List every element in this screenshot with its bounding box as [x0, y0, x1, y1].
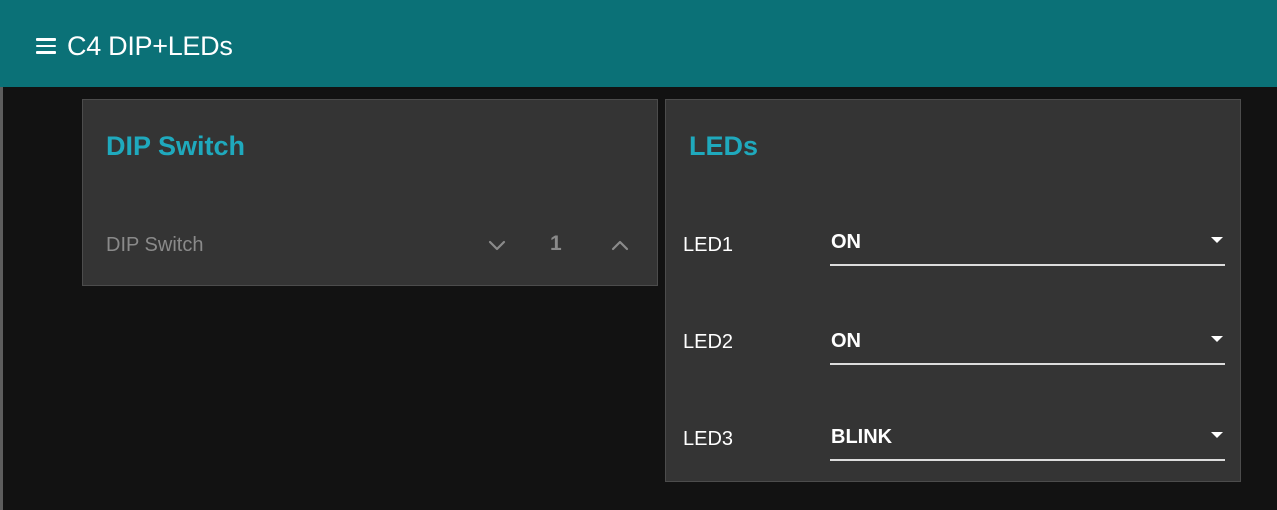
dropdown-arrow-icon	[1211, 336, 1223, 342]
led1-select[interactable]: ON	[830, 226, 1225, 266]
led3-select-value: BLINK	[831, 426, 893, 448]
app-bar: C4 DIP+LEDs	[0, 0, 1277, 87]
dip-switch-label: DIP Switch	[106, 234, 204, 256]
dropdown-arrow-icon	[1211, 237, 1223, 243]
leds-card: LEDs LED1 ON LED2 ON LED3 BLINK	[665, 99, 1241, 482]
led2-select[interactable]: ON	[830, 325, 1225, 365]
led3-label: LED3	[683, 428, 734, 450]
dip-switch-card-title: DIP Switch	[106, 131, 246, 161]
chevron-up-icon[interactable]	[609, 234, 631, 256]
hamburger-menu-icon[interactable]	[36, 38, 56, 54]
app-title: C4 DIP+LEDs	[67, 31, 233, 61]
led1-select-value: ON	[831, 231, 861, 253]
chevron-down-icon[interactable]	[486, 235, 508, 257]
led3-select[interactable]: BLINK	[830, 421, 1225, 461]
led2-select-value: ON	[831, 330, 861, 352]
led1-label: LED1	[683, 234, 734, 256]
dropdown-arrow-icon	[1211, 432, 1223, 438]
led2-label: LED2	[683, 331, 734, 353]
dip-switch-value: 1	[550, 232, 562, 255]
leds-card-title: LEDs	[689, 131, 759, 161]
dip-switch-card: DIP Switch DIP Switch 1	[82, 99, 658, 286]
